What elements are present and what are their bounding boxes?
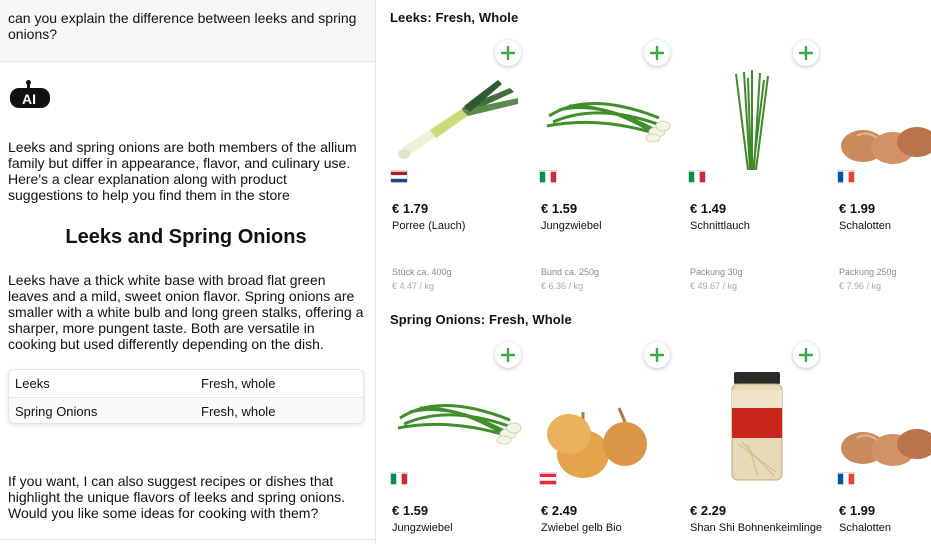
product-price: € 2.49 — [541, 503, 578, 518]
country-flag-icon — [539, 472, 557, 485]
plus-icon — [501, 46, 515, 60]
divider — [0, 539, 375, 540]
product-panel: Leeks: Fresh, Whole Spring Onions: Fresh… — [376, 0, 931, 544]
product-price: € 1.59 — [541, 201, 578, 216]
country-flag-icon — [837, 170, 855, 183]
product-name[interactable]: Zwiebel gelb Bio — [541, 522, 622, 534]
country-flag-icon — [837, 472, 855, 485]
section-title: Spring Onions: Fresh, Whole — [390, 312, 572, 327]
plus-icon — [650, 46, 664, 60]
product-name[interactable]: Shan Shi Bohnenkeimlinge — [690, 522, 822, 534]
product-unit: Packung 250g — [839, 267, 897, 277]
product-price: € 1.79 — [392, 201, 429, 216]
product-card[interactable]: € 2.29 Shan Shi Bohnenkeimlinge — [688, 342, 828, 534]
product-price-per-kg: € 49.67 / kg — [690, 281, 738, 291]
product-image[interactable] — [539, 70, 679, 180]
chat-panel: can you explain the difference between l… — [0, 0, 376, 544]
plus-icon — [799, 46, 813, 60]
table-cell-name: Spring Onions — [15, 403, 98, 419]
user-message: can you explain the difference between l… — [0, 0, 375, 62]
body-paragraph: Leeks have a thick white base with broad… — [8, 272, 364, 352]
product-price-per-kg: € 4.47 / kg — [392, 281, 435, 291]
plus-icon — [501, 348, 515, 362]
table-cell-name: Leeks — [15, 376, 50, 391]
product-price: € 2.29 — [690, 503, 727, 518]
product-unit: Stück ca. 400g — [392, 267, 452, 277]
add-to-cart-button[interactable] — [793, 342, 819, 368]
product-unit: Packung 30g — [690, 267, 743, 277]
table-row: Spring Onions Fresh, whole — [9, 397, 363, 423]
add-to-cart-button[interactable] — [644, 40, 670, 66]
product-image[interactable] — [688, 70, 828, 180]
intro-paragraph: Leeks and spring onions are both members… — [8, 139, 357, 203]
app: can you explain the difference between l… — [0, 0, 931, 544]
assistant-bot-icon: AI — [10, 80, 50, 108]
svg-text:AI: AI — [22, 91, 36, 107]
country-flag-icon — [390, 170, 408, 183]
add-to-cart-button[interactable] — [644, 342, 670, 368]
product-price: € 1.49 — [690, 201, 727, 216]
add-to-cart-button[interactable] — [495, 40, 521, 66]
country-flag-icon — [390, 472, 408, 485]
product-card[interactable]: € 1.49 Schnittlauch Packung 30g € 49.67 / k… — [688, 40, 828, 291]
product-name[interactable]: Schnittlauch — [690, 220, 750, 232]
table-cell-value: Fresh, whole — [201, 376, 276, 391]
product-image[interactable] — [539, 372, 679, 482]
product-image[interactable] — [390, 372, 530, 482]
product-price: € 1.99 — [839, 503, 876, 518]
product-card[interactable]: € 2.49 Zwiebel gelb Bio — [539, 342, 679, 534]
product-name[interactable]: Schalotten — [839, 220, 891, 232]
product-card[interactable]: € 1.99 Schalotten — [837, 342, 931, 534]
closing-paragraph: If you want, I can also suggest recipes … — [8, 473, 345, 521]
product-image[interactable] — [837, 70, 931, 180]
product-card[interactable]: € 1.79 Porree (Lauch) Stück ca. 400g € 4.47… — [390, 40, 530, 291]
product-card[interactable]: € 1.59 Jungzwiebel Bund ca. 250g € 6.36 / k… — [539, 40, 679, 291]
table-row: Leeks Fresh, whole — [9, 370, 363, 397]
comparison-table: Leeks Fresh, whole Spring Onions Fresh, … — [8, 369, 364, 424]
product-name[interactable]: Schalotten — [839, 522, 891, 534]
country-flag-icon — [539, 170, 557, 183]
product-name[interactable]: Jungzwiebel — [392, 522, 453, 534]
product-image[interactable] — [837, 372, 931, 482]
product-name[interactable]: Jungzwiebel — [541, 220, 602, 232]
section-title: Leeks: Fresh, Whole — [390, 10, 519, 25]
product-price-per-kg: € 7.96 / kg — [839, 281, 882, 291]
product-image[interactable] — [688, 372, 828, 482]
product-image[interactable] — [390, 70, 530, 180]
add-to-cart-button[interactable] — [793, 40, 819, 66]
product-card[interactable]: € 1.59 Jungzwiebel — [390, 342, 530, 534]
answer-heading: Leeks and Spring Onions — [65, 226, 307, 248]
product-card[interactable]: € 1.99 Schalotten Packung 250g € 7.96 / kg — [837, 40, 931, 291]
product-price: € 1.99 — [839, 201, 876, 216]
product-price-per-kg: € 6.36 / kg — [541, 281, 584, 291]
country-flag-icon — [688, 170, 706, 183]
plus-icon — [650, 348, 664, 362]
add-to-cart-button[interactable] — [495, 342, 521, 368]
product-name[interactable]: Porree (Lauch) — [392, 220, 465, 232]
table-cell-value: Fresh, whole — [201, 403, 276, 419]
product-price: € 1.59 — [392, 503, 429, 518]
product-unit: Bund ca. 250g — [541, 267, 600, 277]
plus-icon — [799, 348, 813, 362]
